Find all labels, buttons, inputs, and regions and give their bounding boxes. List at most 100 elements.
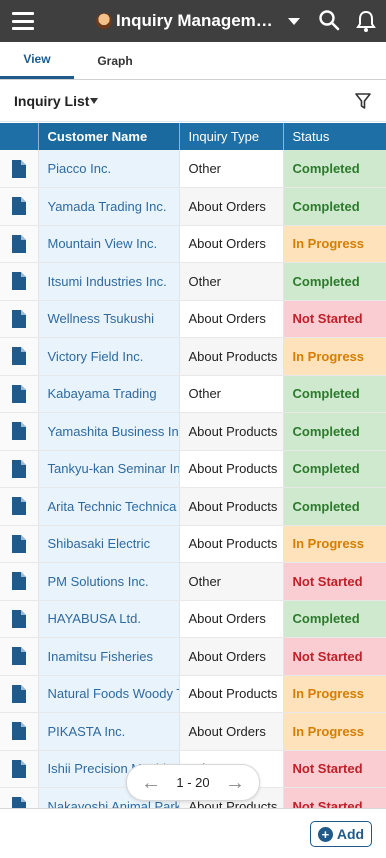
table-row[interactable]: PIKASTA Inc. About Orders In Progress: [0, 712, 386, 751]
table-row[interactable]: Victory Field Inc. About Products In Progr…: [0, 337, 386, 376]
table-row[interactable]: Itsumi Industries Inc. Other Completed: [0, 262, 386, 301]
table-row[interactable]: Yamada Trading Inc. About Orders Completed: [0, 187, 386, 226]
status-badge: In Progress: [283, 712, 386, 751]
caret-down-icon: [90, 97, 99, 104]
customer-name-cell[interactable]: Kabayama Trading: [38, 375, 180, 413]
table-row[interactable]: Yamashita Business Inc. About Products Com…: [0, 412, 386, 451]
bell-icon[interactable]: [356, 9, 376, 33]
status-badge: In Progress: [283, 525, 386, 563]
customer-name-cell[interactable]: Piacco Inc.: [38, 150, 180, 188]
next-page-icon[interactable]: →: [225, 773, 245, 793]
inquiry-type-cell: About Products: [179, 487, 284, 526]
status-badge: In Progress: [283, 337, 386, 376]
table-row[interactable]: Arita Technic Technica Inc.About Product…: [0, 487, 386, 526]
customer-name-cell[interactable]: PM Solutions Inc.: [38, 562, 180, 601]
inquiry-type-cell: About Products: [179, 337, 284, 376]
search-icon[interactable]: [318, 9, 340, 31]
table-row[interactable]: Shibasaki Electric About Products In Progr…: [0, 525, 386, 563]
add-button[interactable]: + Add: [310, 821, 372, 847]
status-badge: Completed: [283, 375, 386, 413]
app-title: Inquiry Managem…: [116, 11, 273, 30]
header-status[interactable]: Status: [283, 123, 386, 150]
document-icon[interactable]: [0, 187, 39, 226]
document-icon[interactable]: [0, 300, 39, 338]
customer-name-cell[interactable]: Itsumi Industries Inc.: [38, 262, 180, 301]
customer-name-cell[interactable]: Yamada Trading Inc.: [38, 187, 180, 226]
table-row[interactable]: Wellness Tsukushi About Orders Not Started: [0, 300, 386, 338]
tab-graph[interactable]: Graph: [74, 42, 156, 79]
document-icon[interactable]: [0, 787, 39, 808]
tab-view[interactable]: View: [0, 42, 74, 79]
table-body: Piacco Inc. Other Completed Yamada Trading …: [0, 150, 386, 808]
customer-name-cell[interactable]: Inamitsu Fisheries: [38, 637, 180, 676]
table-row[interactable]: PM Solutions Inc. Other Not Started: [0, 562, 386, 601]
status-badge: Completed: [283, 187, 386, 226]
inquiry-type-cell: About Orders: [179, 712, 284, 751]
app-avatar-icon: [96, 13, 112, 29]
status-badge: Not Started: [283, 750, 386, 788]
document-icon[interactable]: [0, 337, 39, 376]
table-row[interactable]: Inamitsu Fisheries About Orders Not Starte…: [0, 637, 386, 676]
customer-name-cell[interactable]: Wellness Tsukushi: [38, 300, 180, 338]
list-selector[interactable]: Inquiry List: [14, 92, 99, 109]
customer-name-cell[interactable]: Natural Foods Woody Town: [38, 675, 180, 713]
document-icon[interactable]: [0, 375, 39, 413]
status-badge: Completed: [283, 262, 386, 301]
inquiry-table-container: Customer Name Inquiry Type Status Piacco…: [0, 123, 386, 808]
prev-page-icon[interactable]: ←: [141, 773, 161, 793]
plus-circle-icon: +: [317, 826, 333, 842]
document-icon[interactable]: [0, 525, 39, 563]
inquiry-type-cell: About Orders: [179, 225, 284, 263]
customer-name-cell[interactable]: Tankyu-kan Seminar Inc: [38, 450, 180, 488]
customer-name-cell[interactable]: Shibasaki Electric: [38, 525, 180, 563]
document-icon[interactable]: [0, 562, 39, 601]
status-badge: Completed: [283, 412, 386, 451]
header-icon-col: [0, 123, 39, 150]
document-icon[interactable]: [0, 675, 39, 713]
customer-name-cell[interactable]: Mountain View Inc.: [38, 225, 180, 263]
list-header: Inquiry List: [0, 80, 386, 122]
view-tabs: View Graph: [0, 42, 386, 80]
inquiry-type-cell: Other: [179, 562, 284, 601]
header-inquiry-type[interactable]: Inquiry Type: [179, 123, 284, 150]
customer-name-cell[interactable]: Yamashita Business Inc.: [38, 412, 180, 451]
document-icon[interactable]: [0, 450, 39, 488]
document-icon[interactable]: [0, 150, 39, 188]
document-icon[interactable]: [0, 750, 39, 788]
add-button-label: Add: [336, 826, 365, 842]
customer-name-cell[interactable]: Arita Technic Technica Inc.: [38, 487, 180, 526]
status-badge: Completed: [283, 600, 386, 638]
customer-name-cell[interactable]: Victory Field Inc.: [38, 337, 180, 376]
table-row[interactable]: Natural Foods Woody TownAbout ProductsIn…: [0, 675, 386, 713]
document-icon[interactable]: [0, 487, 39, 526]
document-icon[interactable]: [0, 262, 39, 301]
status-badge: Not Started: [283, 300, 386, 338]
inquiry-type-cell: Other: [179, 375, 284, 413]
customer-name-cell[interactable]: PIKASTA Inc.: [38, 712, 180, 751]
document-icon[interactable]: [0, 637, 39, 676]
document-icon[interactable]: [0, 712, 39, 751]
table-row[interactable]: HAYABUSA Ltd. About Orders Completed: [0, 600, 386, 638]
list-title: Inquiry List: [14, 92, 90, 109]
pagination: ← 1 - 20 →: [126, 764, 260, 801]
header-customer-name[interactable]: Customer Name: [38, 123, 180, 150]
document-icon[interactable]: [0, 600, 39, 638]
table-row[interactable]: Kabayama Trading Other Completed: [0, 375, 386, 413]
status-badge: Not Started: [283, 637, 386, 676]
inquiry-type-cell: About Products: [179, 675, 284, 713]
inquiry-type-cell: About Orders: [179, 300, 284, 338]
document-icon[interactable]: [0, 225, 39, 263]
inquiry-type-cell: About Products: [179, 412, 284, 451]
table-row[interactable]: Mountain View Inc. About Orders In Progres…: [0, 225, 386, 263]
app-title-dropdown[interactable]: Inquiry Managem…: [96, 11, 300, 31]
table-row[interactable]: Piacco Inc. Other Completed: [0, 150, 386, 188]
status-badge: Completed: [283, 450, 386, 488]
customer-name-cell[interactable]: HAYABUSA Ltd.: [38, 600, 180, 638]
table-row[interactable]: Tankyu-kan Seminar Inc About Products Comp…: [0, 450, 386, 488]
inquiry-type-cell: About Orders: [179, 637, 284, 676]
inquiry-table: Customer Name Inquiry Type Status Piacco…: [0, 123, 386, 808]
menu-icon[interactable]: [10, 10, 36, 32]
filter-icon[interactable]: [354, 92, 372, 110]
document-icon[interactable]: [0, 412, 39, 451]
inquiry-type-cell: About Orders: [179, 187, 284, 226]
